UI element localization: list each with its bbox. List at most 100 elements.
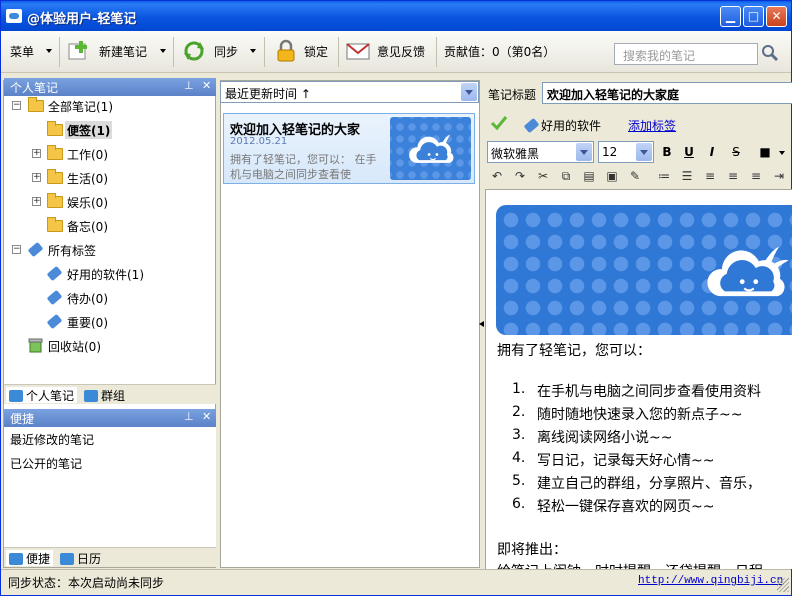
tab-calendar[interactable]: 日历 bbox=[60, 550, 101, 566]
tree-folder-life[interactable]: 生活(0) bbox=[67, 170, 108, 190]
tree-folder-work[interactable]: 工作(0) bbox=[67, 146, 108, 166]
tree-tag-todo[interactable]: 待办(0) bbox=[67, 290, 108, 310]
tree-all-notes[interactable]: 全部笔记(1) bbox=[48, 98, 113, 118]
cloud-mascot-icon bbox=[409, 134, 454, 163]
underline-button[interactable]: U bbox=[680, 143, 698, 161]
feedback-button[interactable]: 意见反馈 bbox=[377, 43, 425, 61]
format-painter-icon[interactable]: ✎ bbox=[626, 167, 644, 185]
expand-icon[interactable]: + bbox=[32, 149, 41, 158]
tree-tag-software[interactable]: 好用的软件(1) bbox=[67, 266, 144, 286]
pin-icon[interactable]: ⊥ bbox=[184, 79, 194, 92]
bullet-list-icon[interactable]: ☰ bbox=[678, 167, 696, 185]
website-link[interactable]: http://www.qingbiji.cn bbox=[638, 575, 783, 587]
color-dropdown-icon[interactable] bbox=[779, 151, 785, 155]
expand-icon[interactable]: + bbox=[32, 173, 41, 182]
new-note-dropdown-icon[interactable] bbox=[160, 49, 166, 53]
close-panel-icon[interactable]: ✕ bbox=[202, 79, 211, 92]
close-button[interactable]: ✕ bbox=[766, 6, 787, 27]
tab-personal-notes[interactable]: 个人笔记 bbox=[6, 387, 78, 403]
note-editor[interactable]: 拥有了轻笔记，您可以： 1. 在手机与电脑之间同步查看使用资料 2. 随时随地快… bbox=[485, 189, 792, 569]
minimize-button[interactable]: ▁ bbox=[720, 6, 741, 27]
add-tag-link[interactable]: 添加标签 bbox=[628, 117, 676, 134]
chevron-down-icon[interactable] bbox=[636, 143, 652, 161]
note-tag[interactable]: 好用的软件 bbox=[541, 117, 601, 134]
main-toolbar: 菜单 新建笔记 同步 锁定 意见反馈 贡献值：0（第0名） 搜索我的笔记 bbox=[1, 31, 791, 73]
new-note-button[interactable]: 新建笔记 bbox=[99, 43, 147, 61]
font-size-select[interactable]: 12 bbox=[598, 141, 654, 163]
list-item: 轻松一键保存喜欢的网页~~ bbox=[537, 499, 715, 515]
note-list-item[interactable]: 欢迎加入轻笔记的大家 2012.05.21 拥有了轻笔记，您可以： 在手机与电脑… bbox=[223, 113, 475, 184]
note-title-input[interactable]: 欢迎加入轻笔记的大家庭 bbox=[542, 82, 792, 104]
font-value: 微软雅黑 bbox=[491, 147, 540, 161]
list-item: 随时随地快速录入您的新点子~~ bbox=[537, 407, 743, 423]
search-icon[interactable] bbox=[761, 44, 779, 62]
lock-icon[interactable] bbox=[274, 39, 298, 63]
bold-button[interactable]: B bbox=[658, 143, 676, 161]
redo-icon[interactable]: ↷ bbox=[511, 167, 529, 185]
copy-icon[interactable]: ⧉ bbox=[557, 167, 575, 185]
list-number: 5. bbox=[512, 473, 526, 489]
collapse-icon[interactable]: − bbox=[12, 245, 21, 254]
resize-grip[interactable] bbox=[777, 578, 789, 592]
lock-button[interactable]: 锁定 bbox=[304, 43, 328, 61]
align-right-icon[interactable]: ≡ bbox=[747, 167, 765, 185]
sync-button[interactable]: 同步 bbox=[214, 43, 238, 61]
folder-icon bbox=[47, 193, 63, 208]
recycle-bin-icon bbox=[28, 338, 43, 353]
tree-folder-notes[interactable]: 备忘(0) bbox=[67, 218, 108, 238]
title-bar[interactable]: @体验用户-轻笔记 ▁ □ ✕ bbox=[1, 1, 791, 31]
folder-icon bbox=[28, 97, 44, 112]
app-window: @体验用户-轻笔记 ▁ □ ✕ 菜单 新建笔记 同步 锁定 意见反馈 贡献值：0… bbox=[0, 0, 792, 596]
chevron-down-icon[interactable] bbox=[461, 83, 477, 101]
collapse-icon[interactable]: − bbox=[12, 101, 21, 110]
splitter-handle[interactable] bbox=[479, 321, 484, 327]
tree-folder-fun[interactable]: 娱乐(0) bbox=[67, 194, 108, 214]
sync-icon[interactable] bbox=[182, 39, 206, 63]
menu-dropdown-icon[interactable] bbox=[46, 49, 52, 53]
tree-recycle-bin[interactable]: 回收站(0) bbox=[48, 338, 101, 358]
align-left-icon[interactable]: ≡ bbox=[701, 167, 719, 185]
tab-quick[interactable]: 便捷 bbox=[6, 550, 54, 566]
align-center-icon[interactable]: ≡ bbox=[724, 167, 742, 185]
chevron-down-icon[interactable] bbox=[576, 143, 592, 161]
quick-published-notes[interactable]: 已公开的笔记 bbox=[10, 455, 82, 472]
expand-icon[interactable]: + bbox=[32, 197, 41, 206]
font-family-select[interactable]: 微软雅黑 bbox=[487, 141, 594, 163]
sync-dropdown-icon[interactable] bbox=[250, 49, 256, 53]
status-bar: 同步状态：本次启动尚未同步 http://www.qingbiji.cn bbox=[1, 569, 791, 595]
cut-icon[interactable]: ✂ bbox=[534, 167, 552, 185]
feedback-icon[interactable] bbox=[346, 39, 370, 63]
panel-title: 便捷 bbox=[10, 412, 35, 426]
close-panel-icon[interactable]: ✕ bbox=[202, 410, 211, 423]
tree-all-tags[interactable]: 所有标签 bbox=[48, 242, 96, 262]
pin-icon[interactable]: ⊥ bbox=[184, 410, 194, 423]
sort-value: 最近更新时间 ↑ bbox=[225, 87, 311, 101]
search-input[interactable]: 搜索我的笔记 bbox=[614, 43, 758, 65]
contribution-score: 贡献值：0（第0名） bbox=[444, 45, 556, 59]
paste-special-icon[interactable]: ▣ bbox=[603, 167, 621, 185]
tree-tag-important[interactable]: 重要(0) bbox=[67, 314, 108, 334]
new-note-icon[interactable] bbox=[67, 39, 91, 63]
numbered-list-icon[interactable]: ≔ bbox=[655, 167, 673, 185]
calendar-icon bbox=[60, 553, 74, 565]
list-number: 6. bbox=[512, 496, 526, 512]
text-color-button[interactable]: ■ bbox=[756, 143, 774, 161]
maximize-button[interactable]: □ bbox=[743, 6, 764, 27]
list-item: 写日记，记录每天好心情~~ bbox=[537, 453, 715, 469]
paste-icon[interactable]: ▤ bbox=[580, 167, 598, 185]
strikethrough-button[interactable]: S bbox=[727, 143, 745, 161]
undo-icon[interactable]: ↶ bbox=[488, 167, 506, 185]
tab-label: 群组 bbox=[101, 389, 126, 403]
quick-recently-modified[interactable]: 最近修改的笔记 bbox=[10, 431, 94, 448]
quick-panel-header: 便捷 ⊥ ✕ bbox=[4, 409, 216, 427]
tab-label: 个人笔记 bbox=[26, 389, 75, 403]
indent-icon[interactable]: ⇥ bbox=[770, 167, 788, 185]
tab-groups[interactable]: 群组 bbox=[84, 387, 125, 403]
toolbar-divider bbox=[173, 37, 174, 67]
menu-button[interactable]: 菜单 bbox=[10, 43, 34, 61]
checkmark-icon[interactable] bbox=[490, 115, 508, 131]
sort-select[interactable]: 最近更新时间 ↑ bbox=[220, 81, 479, 103]
tree-folder-memo[interactable]: 便签(1) bbox=[65, 121, 113, 139]
welcome-banner-image bbox=[496, 205, 792, 335]
italic-button[interactable]: I bbox=[703, 143, 721, 161]
